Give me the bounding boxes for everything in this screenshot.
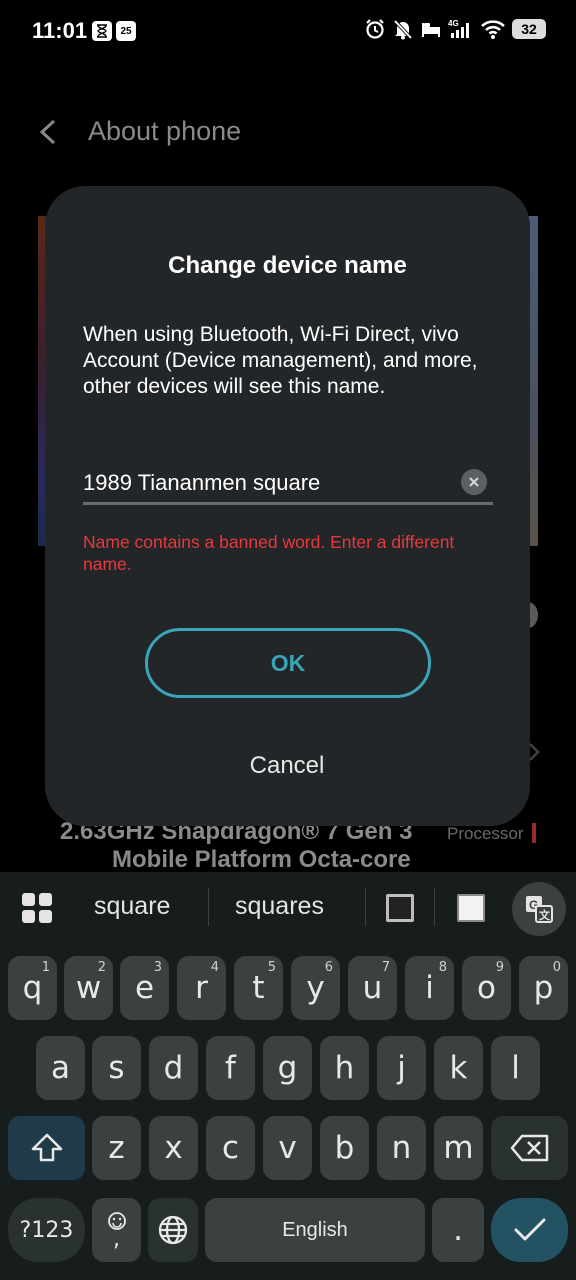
key-s[interactable]: s — [92, 1036, 141, 1100]
key-q[interactable]: q1 — [8, 956, 57, 1020]
key-t[interactable]: t5 — [234, 956, 283, 1020]
device-name-input[interactable] — [83, 466, 453, 500]
key-o[interactable]: o9 — [462, 956, 511, 1020]
key-r[interactable]: r4 — [177, 956, 226, 1020]
status-time: 11:01 — [32, 18, 88, 43]
translate-icon: G文 — [526, 896, 553, 923]
key-p[interactable]: p0 — [519, 956, 568, 1020]
suggestion-divider — [434, 888, 435, 926]
space-key[interactable]: English — [205, 1198, 425, 1262]
close-icon — [469, 477, 479, 487]
key-i[interactable]: i8 — [405, 956, 454, 1020]
key-x[interactable]: x — [149, 1116, 198, 1180]
soft-keyboard: square squares G文 q1 w2 e3 r4 t5 y6 u7 i… — [0, 872, 576, 1280]
calendar-badge-icon: 25 — [116, 21, 136, 41]
emoji-comma-key[interactable]: , — [92, 1198, 141, 1262]
change-device-name-dialog: Change device name When using Bluetooth,… — [45, 186, 530, 826]
shift-key[interactable] — [8, 1116, 85, 1180]
period-key[interactable]: . — [432, 1198, 484, 1262]
enter-key[interactable] — [491, 1198, 568, 1262]
accent-bar — [532, 823, 536, 843]
status-bar: 11:01 25 4G 32 — [0, 0, 576, 62]
key-b[interactable]: b — [320, 1116, 369, 1180]
wifi-icon — [480, 18, 506, 40]
processor-label: Processor — [447, 824, 524, 843]
checkmark-icon — [514, 1218, 545, 1241]
key-a[interactable]: a — [36, 1036, 85, 1100]
input-underline — [83, 502, 493, 505]
white-square-emoji[interactable] — [455, 892, 487, 924]
hourglass-icon — [92, 21, 112, 41]
apps-grid-icon[interactable] — [22, 893, 52, 923]
symbols-key[interactable]: ?123 — [8, 1198, 85, 1262]
key-j[interactable]: j — [377, 1036, 426, 1100]
key-d[interactable]: d — [149, 1036, 198, 1100]
key-e[interactable]: e3 — [120, 956, 169, 1020]
key-v[interactable]: v — [263, 1116, 312, 1180]
processor-spec-line: Mobile Platform Octa-core — [112, 846, 411, 873]
signal-icon: 4G — [448, 18, 474, 40]
black-square-emoji[interactable] — [384, 892, 416, 924]
globe-icon — [158, 1215, 188, 1245]
key-y[interactable]: y6 — [291, 956, 340, 1020]
error-message: Name contains a banned word. Enter a dif… — [83, 532, 455, 574]
alarm-icon — [364, 18, 386, 40]
backspace-icon — [510, 1134, 548, 1162]
suggestion-bar: square squares G文 — [0, 872, 576, 942]
page-title: About phone — [88, 116, 242, 146]
language-key[interactable] — [148, 1198, 198, 1262]
key-k[interactable]: k — [434, 1036, 483, 1100]
mute-bell-icon — [392, 18, 414, 40]
clear-input-button[interactable] — [461, 469, 487, 495]
key-c[interactable]: c — [206, 1116, 255, 1180]
key-w[interactable]: w2 — [64, 956, 113, 1020]
translate-button[interactable]: G文 — [512, 882, 566, 936]
battery-indicator: 32 — [512, 19, 546, 39]
bed-icon — [420, 18, 442, 40]
key-h[interactable]: h — [320, 1036, 369, 1100]
back-arrow-icon[interactable] — [36, 118, 60, 146]
key-u[interactable]: u7 — [348, 956, 397, 1020]
suggestion-item[interactable]: square — [94, 892, 170, 921]
backspace-key[interactable] — [491, 1116, 568, 1180]
key-n[interactable]: n — [377, 1116, 426, 1180]
suggestion-divider — [365, 888, 366, 926]
ok-button[interactable]: OK — [145, 628, 431, 698]
svg-text:文: 文 — [539, 908, 551, 922]
cancel-button[interactable]: Cancel — [187, 746, 387, 786]
svg-text:4G: 4G — [448, 19, 459, 28]
shift-arrow-icon — [31, 1133, 62, 1162]
key-m[interactable]: m — [434, 1116, 483, 1180]
about-phone-header: About phone — [0, 100, 576, 164]
suggestion-item[interactable]: squares — [235, 892, 324, 921]
dialog-title: Change device name — [168, 252, 407, 279]
dialog-description: When using Bluetooth, Wi-Fi Direct, vivo… — [83, 323, 478, 398]
key-z[interactable]: z — [92, 1116, 141, 1180]
key-l[interactable]: l — [491, 1036, 540, 1100]
key-g[interactable]: g — [263, 1036, 312, 1100]
key-f[interactable]: f — [206, 1036, 255, 1100]
suggestion-divider — [208, 888, 209, 926]
